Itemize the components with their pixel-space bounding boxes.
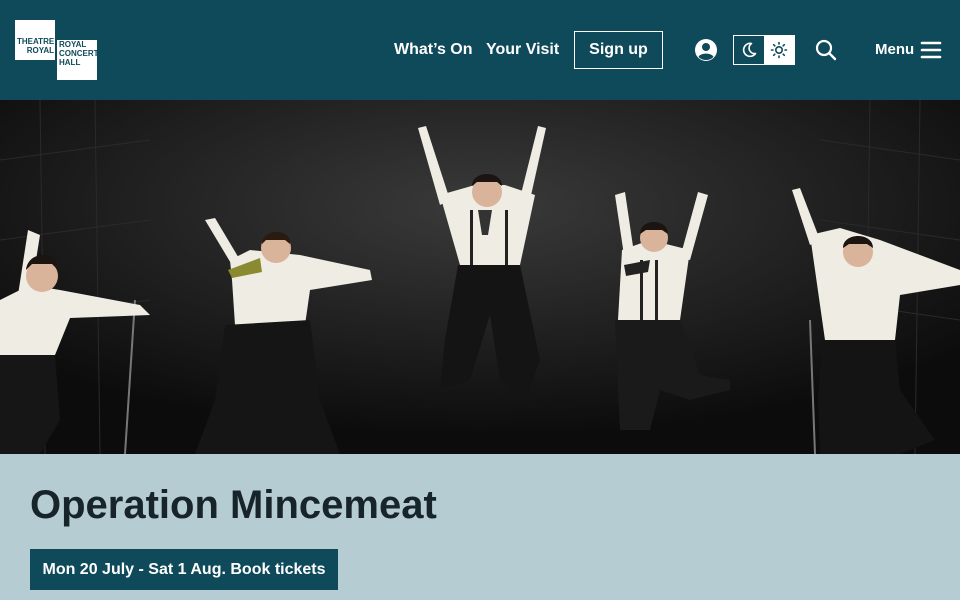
dark-mode-button[interactable] <box>734 36 764 64</box>
nav-whats-on[interactable]: What’s On <box>394 40 473 60</box>
search-icon[interactable] <box>814 38 838 62</box>
event-title: Operation Mincemeat <box>30 483 437 527</box>
theme-toggle[interactable] <box>733 35 795 65</box>
logo-text: ROYAL <box>26 46 54 55</box>
logo-text: HALL <box>59 58 81 67</box>
menu-button[interactable]: Menu <box>875 38 943 62</box>
logo-text: ROYAL <box>59 40 87 49</box>
sign-up-button[interactable]: Sign up <box>574 31 663 69</box>
logo-tile-theatre-royal: THEATRE ROYAL <box>15 20 55 60</box>
book-tickets-button[interactable]: Mon 20 July - Sat 1 Aug. Book tickets <box>30 549 338 590</box>
nav-your-visit[interactable]: Your Visit <box>486 40 559 60</box>
logo-text: THEATRE <box>17 37 55 46</box>
logo-text: CONCERT <box>59 49 99 58</box>
logo-tile-royal-concert-hall: ROYAL CONCERT HALL <box>57 40 99 80</box>
site-header: THEATRE ROYAL ROYAL CONCERT HALL What’s … <box>0 0 960 100</box>
site-logo[interactable]: THEATRE ROYAL ROYAL CONCERT HALL <box>15 20 99 80</box>
hero-image <box>0 100 960 454</box>
light-mode-button[interactable] <box>764 36 794 64</box>
account-icon[interactable] <box>694 38 718 62</box>
menu-label: Menu <box>875 41 915 58</box>
